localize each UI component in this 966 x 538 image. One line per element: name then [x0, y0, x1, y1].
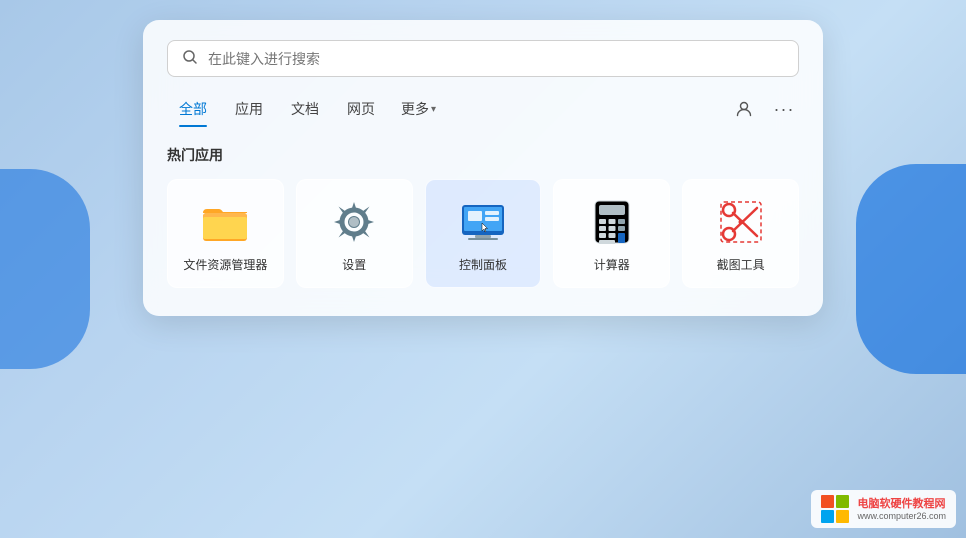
calculator-icon: [588, 198, 636, 246]
tabs-right-actions: ···: [729, 94, 799, 124]
tab-more[interactable]: 更多 ▾: [391, 93, 446, 125]
bg-decoration-left: [0, 169, 90, 369]
chevron-down-icon: ▾: [431, 104, 436, 115]
search-panel: 全部 应用 文档 网页 更多 ▾ ··· 热门应用: [143, 20, 823, 316]
section-title: 热门应用: [167, 145, 799, 165]
person-icon-button[interactable]: [729, 94, 759, 124]
watermark-url: www.computer26.com: [857, 511, 946, 521]
app-card-control-panel[interactable]: 控制面板: [425, 179, 542, 288]
tab-more-label: 更多: [401, 99, 429, 119]
app-label-settings: 设置: [342, 256, 366, 273]
app-label-file-explorer: 文件资源管理器: [183, 256, 267, 273]
search-icon: [182, 49, 198, 68]
app-label-snipping-tool: 截图工具: [717, 256, 765, 273]
search-input[interactable]: [208, 51, 784, 67]
more-options-button[interactable]: ···: [769, 94, 799, 124]
app-label-calculator: 计算器: [594, 256, 630, 273]
tab-web[interactable]: 网页: [335, 93, 387, 125]
watermark-text: 电脑软硬件教程网 www.computer26.com: [857, 497, 946, 521]
search-bar[interactable]: [167, 40, 799, 77]
gear-icon: [330, 198, 378, 246]
tab-bar: 全部 应用 文档 网页 更多 ▾ ···: [167, 93, 799, 125]
app-card-snipping-tool[interactable]: 截图工具: [682, 179, 799, 288]
tab-apps[interactable]: 应用: [223, 93, 275, 125]
tab-all[interactable]: 全部: [167, 93, 219, 125]
app-card-file-explorer[interactable]: 文件资源管理器: [167, 179, 284, 288]
control-panel-icon: [459, 198, 507, 246]
folder-icon: [201, 198, 249, 246]
watermark: 电脑软硬件教程网 www.computer26.com: [811, 490, 956, 528]
tab-docs[interactable]: 文档: [279, 93, 331, 125]
app-grid: 文件资源管理器 设置: [167, 179, 799, 288]
app-label-control-panel: 控制面板: [459, 256, 507, 273]
windows-logo-icon: [821, 495, 849, 523]
watermark-title: 电脑软硬件教程网: [857, 497, 946, 511]
scissors-icon: [717, 198, 765, 246]
app-card-calculator[interactable]: 计算器: [553, 179, 670, 288]
bg-decoration-right: [856, 164, 966, 374]
app-card-settings[interactable]: 设置: [296, 179, 413, 288]
